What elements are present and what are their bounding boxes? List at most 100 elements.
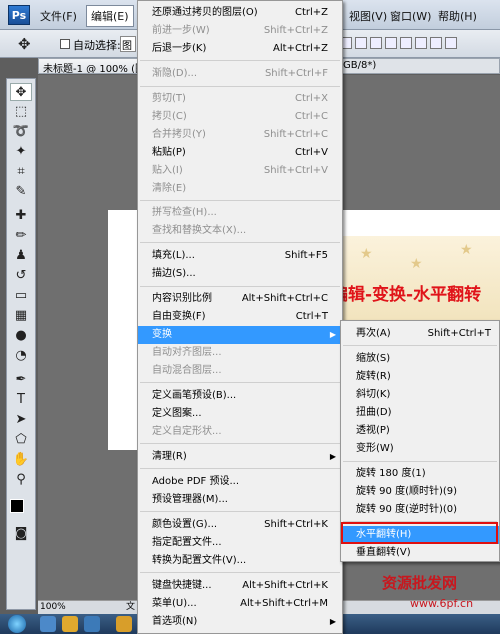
brush-icon[interactable]: ✏ — [10, 227, 32, 245]
menu-separator — [140, 200, 340, 201]
eyedropper-icon[interactable]: ✎ — [10, 183, 32, 201]
submenu-item-again[interactable]: 再次(A) Shift+Ctrl+T — [341, 325, 499, 343]
align-right-icon[interactable] — [415, 37, 427, 49]
taskbar-app-icon[interactable] — [116, 616, 132, 632]
zoom-level[interactable]: 100% — [40, 602, 66, 612]
menu-item-auto-blend: 自动混合图层... — [152, 365, 222, 376]
submenu-item-perspective[interactable]: 透视(P) — [341, 422, 499, 440]
submenu-item-warp[interactable]: 变形(W) — [341, 440, 499, 458]
zoom-icon[interactable]: ⚲ — [10, 471, 32, 489]
menu-item-transform[interactable]: 变换 ▶ — [138, 326, 342, 344]
crop-icon[interactable]: ⌗ — [10, 163, 32, 181]
menu-item-spell-check: 拼写检查(H)... — [152, 207, 217, 218]
quick-mask-icon[interactable]: ◙ — [10, 525, 32, 543]
align-center-icon[interactable] — [400, 37, 412, 49]
path-select-icon[interactable]: ➤ — [10, 411, 32, 429]
menu-item-pdf-presets[interactable]: Adobe PDF 预设... — [138, 473, 342, 491]
menu-item-paste-into: 贴入(I) Shift+Ctrl+V — [152, 165, 328, 176]
menu-view[interactable]: 视图(V) — [349, 8, 387, 24]
marquee-icon[interactable]: ⬚ — [10, 103, 32, 121]
submenu-item-scale[interactable]: 缩放(S) — [341, 350, 499, 368]
menu-item-purge[interactable]: 清理(R) ▶ — [138, 448, 342, 466]
menu-separator — [140, 382, 340, 383]
lasso-icon[interactable]: ➰ — [10, 123, 32, 141]
distribute-icon[interactable] — [430, 37, 442, 49]
auto-select-checkbox[interactable] — [60, 39, 70, 49]
watermark-text: 资源批发网 — [382, 574, 458, 592]
submenu-item-rotate-90-cw[interactable]: 旋转 90 度(顺时针)(9) — [341, 483, 499, 501]
hand-icon[interactable]: ✋ — [10, 451, 32, 469]
menu-item-step-forward: 前进一步(W) Shift+Ctrl+Z — [152, 25, 328, 36]
menu-window[interactable]: 窗口(W) — [390, 8, 431, 24]
menu-item-clear: 清除(E) — [152, 183, 187, 194]
submenu-item-rotate-180[interactable]: 旋转 180 度(1) — [341, 465, 499, 483]
taskbar-app-icon[interactable] — [62, 616, 78, 632]
menu-separator — [140, 86, 340, 87]
menu-item-define-brush[interactable]: 定义画笔预设(B)... — [138, 387, 342, 405]
eraser-icon[interactable]: ▭ — [10, 287, 32, 305]
distribute-h-icon[interactable] — [445, 37, 457, 49]
menu-edit[interactable]: 编辑(E) — [86, 5, 134, 27]
menu-item-fill[interactable]: 填充(L)... Shift+F5 — [138, 247, 342, 265]
tools-panel: ✥ ⬚ ➰ ✦ ⌗ ✎ ✚ ✏ ♟ ↺ ▭ ▦ ● ◔ ✒ T ➤ ⬠ ✋ ⚲ … — [6, 78, 36, 610]
submenu-item-rotate-90-ccw[interactable]: 旋转 90 度(逆时针)(0) — [341, 501, 499, 519]
submenu-item-skew[interactable]: 斜切(K) — [341, 386, 499, 404]
menu-item-paste[interactable]: 粘贴(P) Ctrl+V — [138, 144, 342, 162]
submenu-arrow-icon: ▶ — [329, 617, 336, 626]
magic-wand-icon[interactable]: ✦ — [10, 143, 32, 161]
photoshop-logo[interactable]: Ps — [8, 5, 30, 25]
menu-item-stroke[interactable]: 描边(S)... — [138, 265, 342, 283]
taskbar-app-icon[interactable] — [40, 616, 56, 632]
move-tool-icon[interactable]: ✥ — [18, 35, 31, 53]
menu-item-free-transform[interactable]: 自由变换(F) Ctrl+T — [138, 308, 342, 326]
taskbar-app-icon[interactable] — [84, 616, 100, 632]
edit-menu: 还原通过拷贝的图层(O) Ctrl+Z 前进一步(W) Shift+Ctrl+Z 后… — [137, 0, 343, 634]
menu-item-preferences[interactable]: 首选项(N) ▶ — [138, 613, 342, 631]
menu-separator — [140, 60, 340, 61]
menu-item-assign-profile[interactable]: 指定配置文件... — [138, 534, 342, 552]
shape-icon[interactable]: ⬠ — [10, 431, 32, 449]
menu-item-undo[interactable]: 还原通过拷贝的图层(O) Ctrl+Z — [138, 4, 342, 22]
healing-brush-icon[interactable]: ✚ — [10, 207, 32, 225]
menu-separator — [140, 286, 340, 287]
align-bottom-icon[interactable] — [370, 37, 382, 49]
menu-item-color-settings[interactable]: 颜色设置(G)... Shift+Ctrl+K — [138, 516, 342, 534]
align-left-icon[interactable] — [385, 37, 397, 49]
dodge-icon[interactable]: ◔ — [10, 347, 32, 365]
menu-separator — [343, 461, 497, 462]
menu-item-cut: 剪切(T) Ctrl+X — [152, 93, 328, 104]
clone-stamp-icon[interactable]: ♟ — [10, 247, 32, 265]
pen-icon[interactable]: ✒ — [10, 371, 32, 389]
menu-separator — [140, 572, 340, 573]
menu-item-fade: 渐隐(D)... Shift+Ctrl+F — [152, 68, 328, 79]
menu-separator — [140, 242, 340, 243]
menu-file[interactable]: 文件(F) — [40, 8, 77, 24]
auto-select-dropdown[interactable]: 图 — [120, 36, 136, 52]
submenu-arrow-icon: ▶ — [329, 452, 336, 461]
menu-item-content-aware-scale[interactable]: 内容识别比例 Alt+Shift+Ctrl+C — [138, 290, 342, 308]
menu-separator — [343, 345, 497, 346]
align-middle-icon[interactable] — [355, 37, 367, 49]
gradient-icon[interactable]: ▦ — [10, 307, 32, 325]
blur-icon[interactable]: ● — [10, 327, 32, 345]
move-icon[interactable]: ✥ — [10, 83, 32, 101]
menu-item-define-pattern[interactable]: 定义图案... — [138, 405, 342, 423]
submenu-item-rotate[interactable]: 旋转(R) — [341, 368, 499, 386]
align-buttons — [340, 37, 500, 53]
menu-item-preset-manager[interactable]: 预设管理器(M)... — [138, 491, 342, 509]
watermark-url: www.6pf.cn — [410, 597, 474, 610]
menu-help[interactable]: 帮助(H) — [438, 8, 477, 24]
menu-item-auto-align: 自动对齐图层... — [152, 347, 222, 358]
foreground-color-swatch[interactable] — [10, 499, 24, 513]
submenu-item-flip-vertical[interactable]: 垂直翻转(V) — [341, 544, 499, 562]
menu-item-menus[interactable]: 菜单(U)... Alt+Shift+Ctrl+M — [138, 595, 342, 613]
document-tab-suffix: GB/8*) — [338, 58, 500, 74]
history-brush-icon[interactable]: ↺ — [10, 267, 32, 285]
star-decoration-icon: ★ — [360, 246, 373, 262]
menu-item-step-backward[interactable]: 后退一步(K) Alt+Ctrl+Z — [138, 40, 342, 58]
start-button-icon[interactable] — [8, 615, 26, 633]
type-icon[interactable]: T — [10, 391, 32, 409]
submenu-item-distort[interactable]: 扭曲(D) — [341, 404, 499, 422]
menu-item-convert-profile[interactable]: 转换为配置文件(V)... — [138, 552, 342, 570]
menu-item-keyboard-shortcuts[interactable]: 键盘快捷键... Alt+Shift+Ctrl+K — [138, 577, 342, 595]
